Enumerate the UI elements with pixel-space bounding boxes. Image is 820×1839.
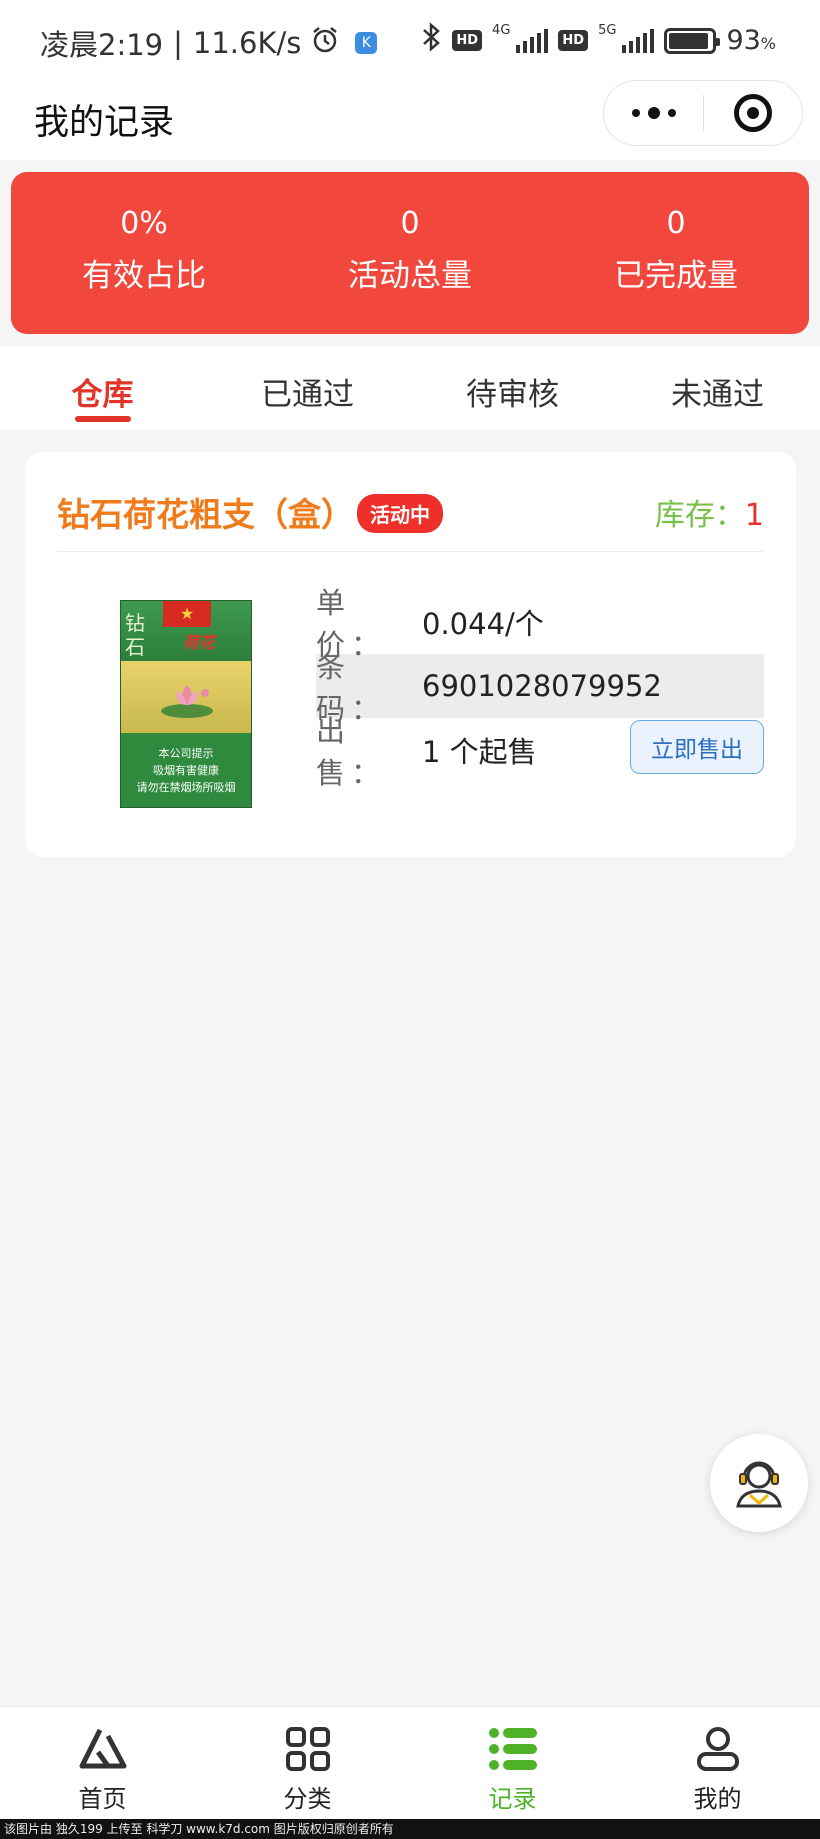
stat-value: 0: [666, 206, 686, 241]
hd-icon-2: HD: [558, 30, 589, 51]
list-icon: [488, 1725, 538, 1773]
nav-mine[interactable]: 我的: [615, 1707, 820, 1819]
battery-icon: [664, 27, 721, 54]
nav-category[interactable]: 分类: [205, 1707, 410, 1819]
home-logo-icon: [78, 1725, 128, 1773]
nav-records[interactable]: 记录: [410, 1707, 615, 1819]
stat-completed: 0 已完成量: [543, 172, 809, 334]
battery-level: 93%: [726, 25, 776, 56]
grid-icon: [283, 1725, 333, 1773]
headset-agent-icon: [736, 1461, 782, 1508]
network-5g-label: 5G: [598, 23, 617, 38]
stat-label: 已完成量: [614, 258, 738, 294]
more-dots-icon: [631, 109, 640, 117]
sell-now-button[interactable]: 立即售出: [630, 720, 764, 774]
status-left: 凌晨2:19 | 11.6K/s K: [40, 22, 378, 64]
pack-side-text: 钻石: [125, 611, 145, 659]
stat-value: 0%: [120, 206, 168, 241]
bottom-nav: 首页 分类 记录 我的: [0, 1706, 820, 1819]
nav-home-label: 首页: [78, 1785, 127, 1813]
product-image: ★ 钻石 荷花 本公司提示 吸烟有害健康 请勿在禁烟场所吸烟: [120, 600, 252, 808]
bluetooth-icon: [420, 22, 442, 59]
more-options-button[interactable]: [604, 81, 703, 145]
alarm-clock-icon: [311, 26, 339, 61]
signal-4g-icon: [516, 28, 549, 53]
stock-label: 库存：: [654, 498, 745, 533]
stock-info: 库存：1: [655, 490, 764, 534]
status-divider: |: [173, 26, 183, 60]
nav-records-label: 记录: [488, 1785, 537, 1813]
status-badge: 活动中: [357, 494, 443, 533]
flag-emblem: ★: [163, 601, 211, 627]
stat-label: 活动总量: [348, 258, 472, 294]
product-card-header: 钻石荷花粗支（盒） 活动中 库存：1: [57, 452, 764, 552]
stock-value: 1: [744, 498, 764, 533]
user-icon: [693, 1725, 743, 1773]
stats-banner: 0% 有效占比 0 活动总量 0 已完成量: [11, 172, 809, 334]
target-icon: [734, 94, 772, 132]
nav-home[interactable]: 首页: [0, 1707, 205, 1819]
pack-brand: 荷花: [183, 633, 216, 652]
tab-warehouse[interactable]: 仓库: [0, 346, 205, 430]
sale-value: 1 个起售: [422, 735, 537, 769]
stat-effective-ratio: 0% 有效占比: [11, 172, 277, 334]
page-title: 我的记录: [34, 103, 175, 143]
title-bar: 我的记录: [0, 80, 820, 160]
network-speed: 11.6K/s: [192, 26, 302, 60]
stat-label: 有效占比: [82, 258, 206, 294]
stat-activity-total: 0 活动总量: [277, 172, 543, 334]
price-value: 0.044/个: [422, 607, 544, 641]
hd-icon: HD: [452, 30, 483, 51]
close-mini-program-button[interactable]: [704, 81, 802, 145]
lotus-icon: [161, 685, 213, 718]
signal-5g-icon: [622, 28, 655, 53]
watermark-footer: 该图片由 独久199 上传至 科学刀 www.k7d.com 图片版权归原创者所…: [0, 1819, 820, 1839]
sale-label: 出 售：: [316, 714, 387, 790]
status-right: HD 4G HD 5G 93%: [420, 22, 776, 59]
product-card[interactable]: 钻石荷花粗支（盒） 活动中 库存：1 ★ 钻石 荷花 本公司提示 吸烟有害健康 …: [25, 452, 796, 857]
product-name: 钻石荷花粗支（盒）: [57, 495, 354, 534]
nav-mine-label: 我的: [693, 1785, 742, 1813]
tab-approved[interactable]: 已通过: [205, 346, 410, 430]
record-tabs: 仓库 已通过 待审核 未通过: [0, 346, 820, 430]
health-warning: 本公司提示 吸烟有害健康 请勿在禁烟场所吸烟: [136, 747, 236, 794]
product-info: 单 价： 0.044/个 条 码： 6901028079952 出 售： 1 个…: [316, 586, 764, 790]
app-k-icon: K: [355, 32, 378, 54]
barcode-value: 6901028079952: [422, 669, 662, 703]
status-bar: 凌晨2:19 | 11.6K/s K HD 4G HD 5G 93%: [0, 0, 820, 80]
stat-value: 0: [400, 206, 420, 241]
clock-time: 凌晨2:19: [40, 28, 164, 62]
tab-rejected[interactable]: 未通过: [615, 346, 820, 430]
customer-service-button[interactable]: [710, 1434, 808, 1532]
network-4g-label: 4G: [492, 23, 511, 38]
nav-category-label: 分类: [283, 1785, 332, 1813]
mini-program-capsule: [603, 80, 803, 146]
tab-pending[interactable]: 待审核: [410, 346, 615, 430]
